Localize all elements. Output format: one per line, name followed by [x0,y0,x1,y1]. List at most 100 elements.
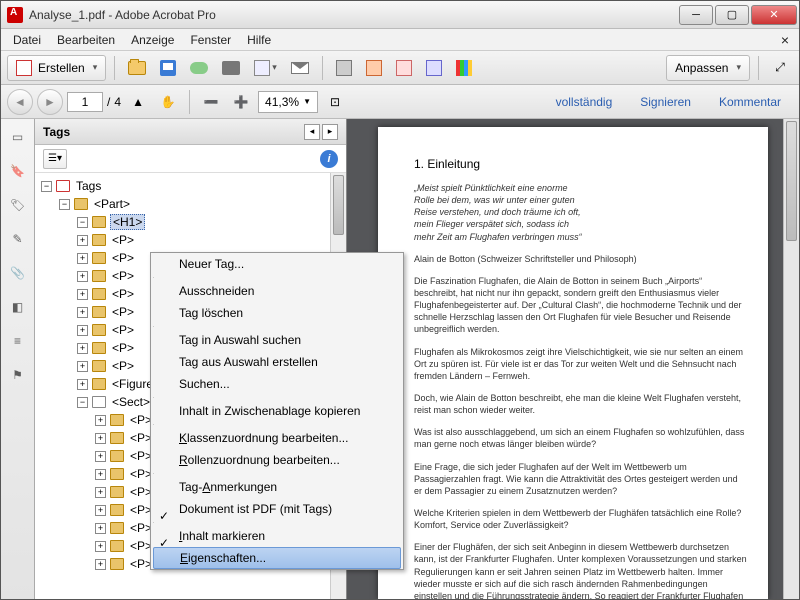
doc-p6: Welche Kriterien spielen in dem Wettbewe… [414,507,748,531]
menu-fenster[interactable]: Fenster [182,31,239,49]
combine-icon [396,60,412,76]
combine-button[interactable] [391,55,417,81]
menu-datei[interactable]: Datei [5,31,49,49]
tree-root[interactable]: −Tags [41,177,346,195]
menu-item[interactable]: Suchen... [151,373,403,395]
close-button[interactable]: ✕ [751,5,797,25]
minimize-button[interactable]: ─ [679,5,713,25]
menu-item[interactable]: Dokument ist PDF (mit Tags) [151,498,403,520]
menu-item[interactable]: Ausschneiden [151,280,403,302]
action-vollstaendig[interactable]: vollständig [544,95,625,109]
titlebar: Analyse_1.pdf - Adobe Acrobat Pro ─ ▢ ✕ [1,1,799,29]
zoom-in-button[interactable]: ➕ [228,89,254,115]
menu-item[interactable]: Neuer Tag... [151,253,403,275]
doc-p2: Flughafen als Mikrokosmos zeigt ihre Vie… [414,346,748,382]
zoom-out-button[interactable]: ➖ [198,89,224,115]
share-icon [254,60,270,76]
context-menu: Neuer Tag... AusschneidenTag löschen Tag i… [150,252,404,570]
page-input[interactable] [67,92,103,112]
menu-bearbeiten[interactable]: Bearbeiten [49,31,123,49]
print-icon [222,61,240,75]
prev-page-button[interactable]: ◄ [7,89,33,115]
menu-item[interactable]: Eigenschaften... [153,547,401,569]
tags-next[interactable]: ▸ [322,124,338,140]
save-icon [160,60,176,76]
tags-options-button[interactable]: ☰▾ [43,149,67,169]
menu-separator [153,424,154,425]
doc-close-icon[interactable]: × [775,32,795,48]
next-page-button[interactable]: ► [37,89,63,115]
bookmarks-icon[interactable]: 🔖 [8,161,28,181]
zoom-field[interactable]: 41,3%▼ [258,91,318,113]
save-button[interactable] [155,55,181,81]
left-sidebar: ▭ 🔖 🏷 ✎ 📎 ◧ ≡ ⚑ [1,119,35,599]
mail-icon [291,62,309,74]
export-icon [366,60,382,76]
cloud-button[interactable] [185,55,213,81]
stamp-button[interactable] [421,55,447,81]
select-tool[interactable]: ▲ [125,89,151,115]
menu-item[interactable]: Inhalt in Zwischenablage kopieren [151,400,403,422]
tags-icon[interactable]: 🏷 [8,195,28,215]
scan-button[interactable] [331,55,357,81]
doc-p3: Doch, wie Alain de Botton beschreibt, eh… [414,392,748,416]
menu-item[interactable]: Tag-Anmerkungen [151,476,403,498]
fullscreen-icon: ⤢ [775,60,785,75]
doc-p7: Einer der Flughäfen, der sich seit Anbeg… [414,541,748,599]
print-button[interactable] [217,55,245,81]
menu-separator [153,473,154,474]
email-button[interactable] [286,55,314,81]
menu-item[interactable]: Klassenzuordnung bearbeiten... [151,427,403,449]
info-icon[interactable]: i [320,150,338,168]
action-kommentar[interactable]: Kommentar [707,95,793,109]
marquee-zoom[interactable]: ⊡ [322,89,348,115]
open-button[interactable] [123,55,151,81]
doc-quote: „Meist spielt Pünktlichkeit eine enorme … [414,182,748,243]
zoom-value: 41,3% [265,95,299,109]
export-button[interactable] [361,55,387,81]
doc-h1: 1. Einleitung [414,157,480,171]
menu-item[interactable]: Rollenzuordnung bearbeiten... [151,449,403,471]
tags-title: Tags [43,125,70,139]
create-label: Erstellen [38,61,85,75]
order-icon[interactable]: ⚑ [8,365,28,385]
menu-separator [153,522,154,523]
acrobat-icon [7,7,23,23]
doc-p1: Die Faszination Flughafen, die Alain de … [414,275,748,336]
tree-node[interactable]: −<H1> [77,213,346,231]
layers-icon[interactable]: ◧ [8,297,28,317]
menu-item[interactable]: Inhalt markieren [151,525,403,547]
menu-item[interactable]: Tag in Auswahl suchen [151,329,403,351]
menu-item[interactable]: Tag löschen [151,302,403,324]
menubar: Datei Bearbeiten Anzeige Fenster Hilfe × [1,29,799,51]
menu-item[interactable]: Tag aus Auswahl erstellen [151,351,403,373]
menu-separator [153,277,154,278]
tree-node[interactable]: +<P> [77,231,346,249]
tags-prev[interactable]: ◂ [304,124,320,140]
thumbnails-icon[interactable]: ▭ [8,127,28,147]
pdf-page: 1. Einleitung „Meist spielt Pünktlichkei… [378,127,768,599]
menu-hilfe[interactable]: Hilfe [239,31,279,49]
doc-author: Alain de Botton (Schweizer Schriftstelle… [414,253,748,265]
signatures-icon[interactable]: ✎ [8,229,28,249]
main-toolbar: Erstellen Anpassen ⤢ [1,51,799,85]
share-button[interactable] [249,55,282,81]
create-button[interactable]: Erstellen [7,55,106,81]
doc-scrollbar[interactable] [783,119,799,599]
colors-button[interactable] [451,55,477,81]
content-icon[interactable]: ≡ [8,331,28,351]
action-signieren[interactable]: Signieren [628,95,703,109]
cloud-icon [190,62,208,74]
fullscreen-button[interactable]: ⤢ [767,55,793,81]
window-title: Analyse_1.pdf - Adobe Acrobat Pro [29,8,216,22]
hand-tool[interactable]: ✋ [155,89,181,115]
document-view: 1. Einleitung „Meist spielt Pünktlichkei… [347,119,799,599]
doc-p4: Was ist also ausschlaggebend, um sich an… [414,426,748,450]
attachments-icon[interactable]: 📎 [8,263,28,283]
customize-button[interactable]: Anpassen [666,55,750,81]
tree-node[interactable]: −<Part> [59,195,346,213]
doc-p5: Eine Frage, die sich jeder Flughafen auf… [414,461,748,497]
menu-anzeige[interactable]: Anzeige [123,31,182,49]
maximize-button[interactable]: ▢ [715,5,749,25]
folder-icon [128,61,146,75]
